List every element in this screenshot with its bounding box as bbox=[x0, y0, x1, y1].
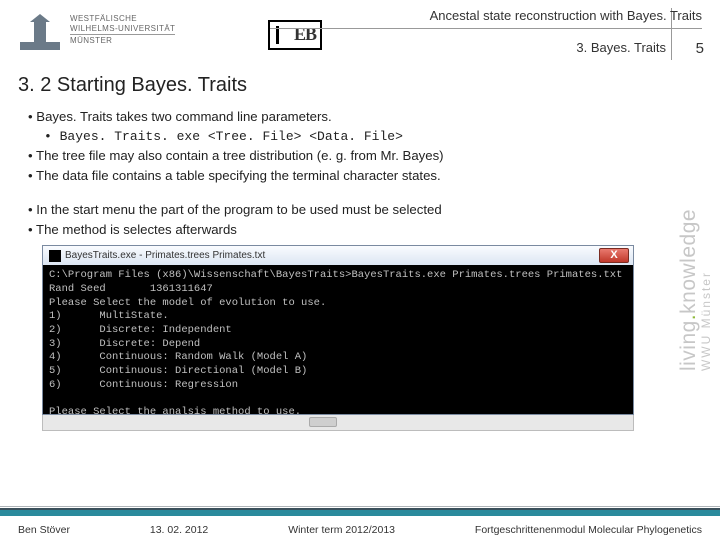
list-item: In the start menu the part of the progra… bbox=[28, 200, 660, 220]
scrollbar-thumb[interactable] bbox=[309, 417, 337, 427]
close-button[interactable]: X bbox=[599, 248, 629, 263]
side-brand: living.knowledge WWU Münster bbox=[674, 90, 716, 490]
ieb-logo: EB bbox=[268, 20, 322, 50]
bullet-list-1: Bayes. Traits takes two command line par… bbox=[28, 107, 660, 186]
document-title: Ancestal state reconstruction with Bayes… bbox=[430, 8, 702, 23]
footer-course: Fortgeschrittenenmodul Molecular Phyloge… bbox=[475, 524, 702, 536]
slide-header: WESTFÄLISCHE WILHELMS-UNIVERSITÄT MÜNSTE… bbox=[0, 0, 720, 72]
university-name: WESTFÄLISCHE WILHELMS-UNIVERSITÄT MÜNSTE… bbox=[70, 14, 175, 46]
slide-footer: Ben Stöver 13. 02. 2012 Winter term 2012… bbox=[0, 498, 720, 540]
list-item: The tree file may also contain a tree di… bbox=[28, 146, 660, 166]
university-logo: WESTFÄLISCHE WILHELMS-UNIVERSITÄT MÜNSTE… bbox=[18, 8, 188, 52]
castle-icon bbox=[18, 10, 62, 50]
content-area: Bayes. Traits takes two command line par… bbox=[0, 103, 720, 239]
section-title: 3. 2 Starting Bayes. Traits bbox=[0, 72, 720, 103]
footer-term: Winter term 2012/2013 bbox=[288, 524, 395, 536]
terminal-scrollbar[interactable]: III bbox=[42, 415, 634, 431]
page-number: 5 bbox=[696, 40, 704, 57]
terminal-body[interactable]: C:\Program Files (x86)\Wissenschaft\Baye… bbox=[42, 265, 634, 415]
chapter-label: 3. Bayes. Traits bbox=[576, 40, 666, 55]
footer-date: 13. 02. 2012 bbox=[150, 524, 208, 536]
list-item: The method is selectes afterwards bbox=[28, 220, 660, 240]
header-rule bbox=[270, 28, 702, 29]
list-item: Bayes. Traits takes two command line par… bbox=[28, 107, 660, 127]
footer-author: Ben Stöver bbox=[18, 524, 70, 536]
list-item: The data file contains a table specifyin… bbox=[28, 166, 660, 186]
terminal-titlebar[interactable]: BayesTraits.exe - Primates.trees Primate… bbox=[42, 245, 634, 265]
terminal-window: BayesTraits.exe - Primates.trees Primate… bbox=[42, 245, 634, 431]
list-item-command: Bayes. Traits. exe <Tree. File> <Data. F… bbox=[44, 127, 660, 147]
bullet-list-2: In the start menu the part of the progra… bbox=[28, 200, 660, 240]
footer-bars bbox=[0, 506, 720, 516]
terminal-title: BayesTraits.exe - Primates.trees Primate… bbox=[65, 250, 265, 261]
terminal-icon bbox=[49, 250, 61, 262]
